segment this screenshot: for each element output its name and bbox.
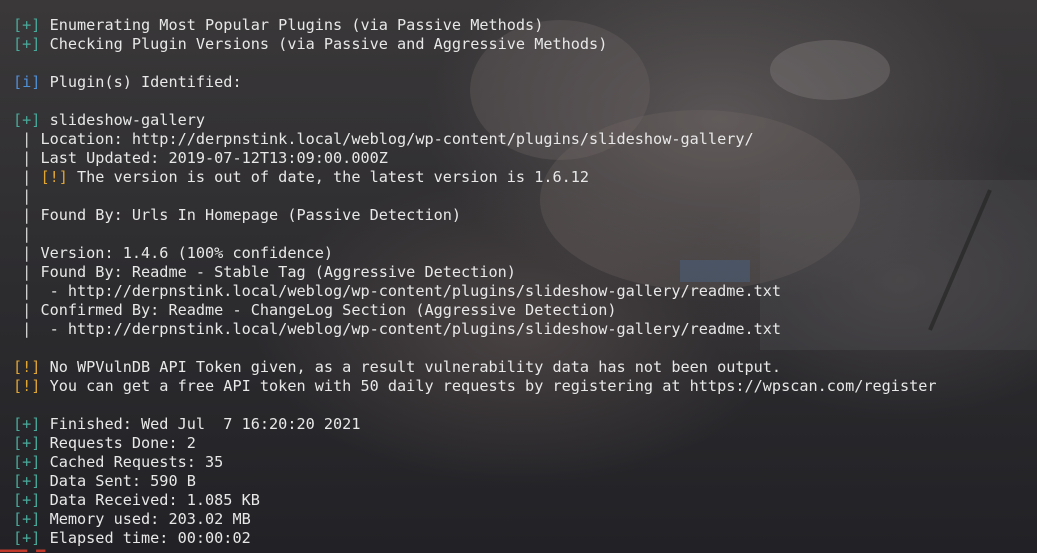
- output-line: [+] Checking Plugin Versions (via Passiv…: [13, 35, 937, 54]
- line-text: Cached Requests: 35: [40, 453, 224, 471]
- output-line: | - http://derpnstink.local/weblog/wp-co…: [13, 320, 937, 339]
- output-line: [+] Requests Done: 2: [13, 434, 937, 453]
- output-line: | Confirmed By: Readme - ChangeLog Secti…: [13, 301, 937, 320]
- line-text: Plugin(s) Identified:: [40, 73, 242, 91]
- tree-pipe: |: [13, 244, 41, 262]
- line-text: Location: http://derpnstink.local/weblog…: [40, 130, 754, 148]
- tree-pipe: |: [13, 320, 50, 338]
- line-text: Requests Done: 2: [40, 434, 196, 452]
- output-line: | [!] The version is out of date, the la…: [13, 168, 937, 187]
- tree-pipe: |: [13, 282, 50, 300]
- output-line: [+] Data Sent: 590 B: [13, 472, 937, 491]
- tree-pipe: |: [13, 130, 41, 148]
- output-line: [+] Data Received: 1.085 KB: [13, 491, 937, 510]
- status-tag-plus: [+]: [13, 453, 41, 471]
- status-tag-plus: [+]: [13, 434, 41, 452]
- line-text: - http://derpnstink.local/weblog/wp-cont…: [49, 320, 782, 338]
- status-tag-warn: [!]: [13, 358, 41, 376]
- output-line: | Found By: Readme - Stable Tag (Aggress…: [13, 263, 937, 282]
- next-prompt-fragment: ━━━ ━: [0, 545, 130, 553]
- line-text: - http://derpnstink.local/weblog/wp-cont…: [49, 282, 782, 300]
- output-line: [+] slideshow-gallery: [13, 111, 937, 130]
- tree-pipe: |: [13, 187, 32, 205]
- output-line: | Found By: Urls In Homepage (Passive De…: [13, 206, 937, 225]
- terminal-output: [+] Enumerating Most Popular Plugins (vi…: [13, 16, 937, 548]
- tree-pipe: |: [13, 225, 32, 243]
- output-line: | - http://derpnstink.local/weblog/wp-co…: [13, 282, 937, 301]
- line-text: Found By: Readme - Stable Tag (Aggressiv…: [40, 263, 516, 281]
- line-text: Data Received: 1.085 KB: [40, 491, 260, 509]
- output-line: |: [13, 187, 937, 206]
- output-line: [+] Enumerating Most Popular Plugins (vi…: [13, 16, 937, 35]
- tree-pipe: |: [13, 206, 41, 224]
- status-tag-info: [i]: [13, 73, 41, 91]
- output-line: | Last Updated: 2019-07-12T13:09:00.000Z: [13, 149, 937, 168]
- line-text: Found By: Urls In Homepage (Passive Dete…: [40, 206, 462, 224]
- status-tag-plus: [+]: [13, 472, 41, 490]
- line-text: Memory used: 203.02 MB: [40, 510, 251, 528]
- status-tag-warn: [!]: [40, 168, 68, 186]
- line-text: No WPVulnDB API Token given, as a result…: [40, 358, 782, 376]
- status-tag-plus: [+]: [13, 491, 41, 509]
- status-tag-plus: [+]: [13, 111, 41, 129]
- output-line: [+] Elapsed time: 00:00:02: [13, 529, 937, 548]
- line-text: Version: 1.4.6 (100% confidence): [40, 244, 334, 262]
- output-line: [!] You can get a free API token with 50…: [13, 377, 937, 396]
- line-text: Data Sent: 590 B: [40, 472, 196, 490]
- output-line: | Version: 1.4.6 (100% confidence): [13, 244, 937, 263]
- output-line: | Location: http://derpnstink.local/webl…: [13, 130, 937, 149]
- tree-pipe: |: [13, 149, 41, 167]
- terminal-window[interactable]: [+] Enumerating Most Popular Plugins (vi…: [0, 0, 1037, 553]
- status-tag-warn: [!]: [13, 377, 41, 395]
- line-text: You can get a free API token with 50 dai…: [40, 377, 937, 395]
- output-line: [+] Finished: Wed Jul 7 16:20:20 2021: [13, 415, 937, 434]
- tree-pipe: |: [13, 263, 41, 281]
- status-tag-plus: [+]: [13, 415, 41, 433]
- tree-pipe: |: [13, 168, 41, 186]
- output-line: [i] Plugin(s) Identified:: [13, 73, 937, 92]
- tree-pipe: |: [13, 301, 41, 319]
- line-text: Confirmed By: Readme - ChangeLog Section…: [40, 301, 617, 319]
- line-text: Last Updated: 2019-07-12T13:09:00.000Z: [40, 149, 388, 167]
- output-line: |: [13, 225, 937, 244]
- line-text: slideshow-gallery: [40, 111, 206, 129]
- output-line: [!] No WPVulnDB API Token given, as a re…: [13, 358, 937, 377]
- line-text: Enumerating Most Popular Plugins (via Pa…: [40, 16, 544, 34]
- output-line: [+] Cached Requests: 35: [13, 453, 937, 472]
- status-tag-plus: [+]: [13, 35, 41, 53]
- line-text: Checking Plugin Versions (via Passive an…: [40, 35, 608, 53]
- status-tag-plus: [+]: [13, 510, 41, 528]
- line-text: Finished: Wed Jul 7 16:20:20 2021: [40, 415, 361, 433]
- output-line: [+] Memory used: 203.02 MB: [13, 510, 937, 529]
- line-text: The version is out of date, the latest v…: [67, 168, 590, 186]
- status-tag-plus: [+]: [13, 16, 41, 34]
